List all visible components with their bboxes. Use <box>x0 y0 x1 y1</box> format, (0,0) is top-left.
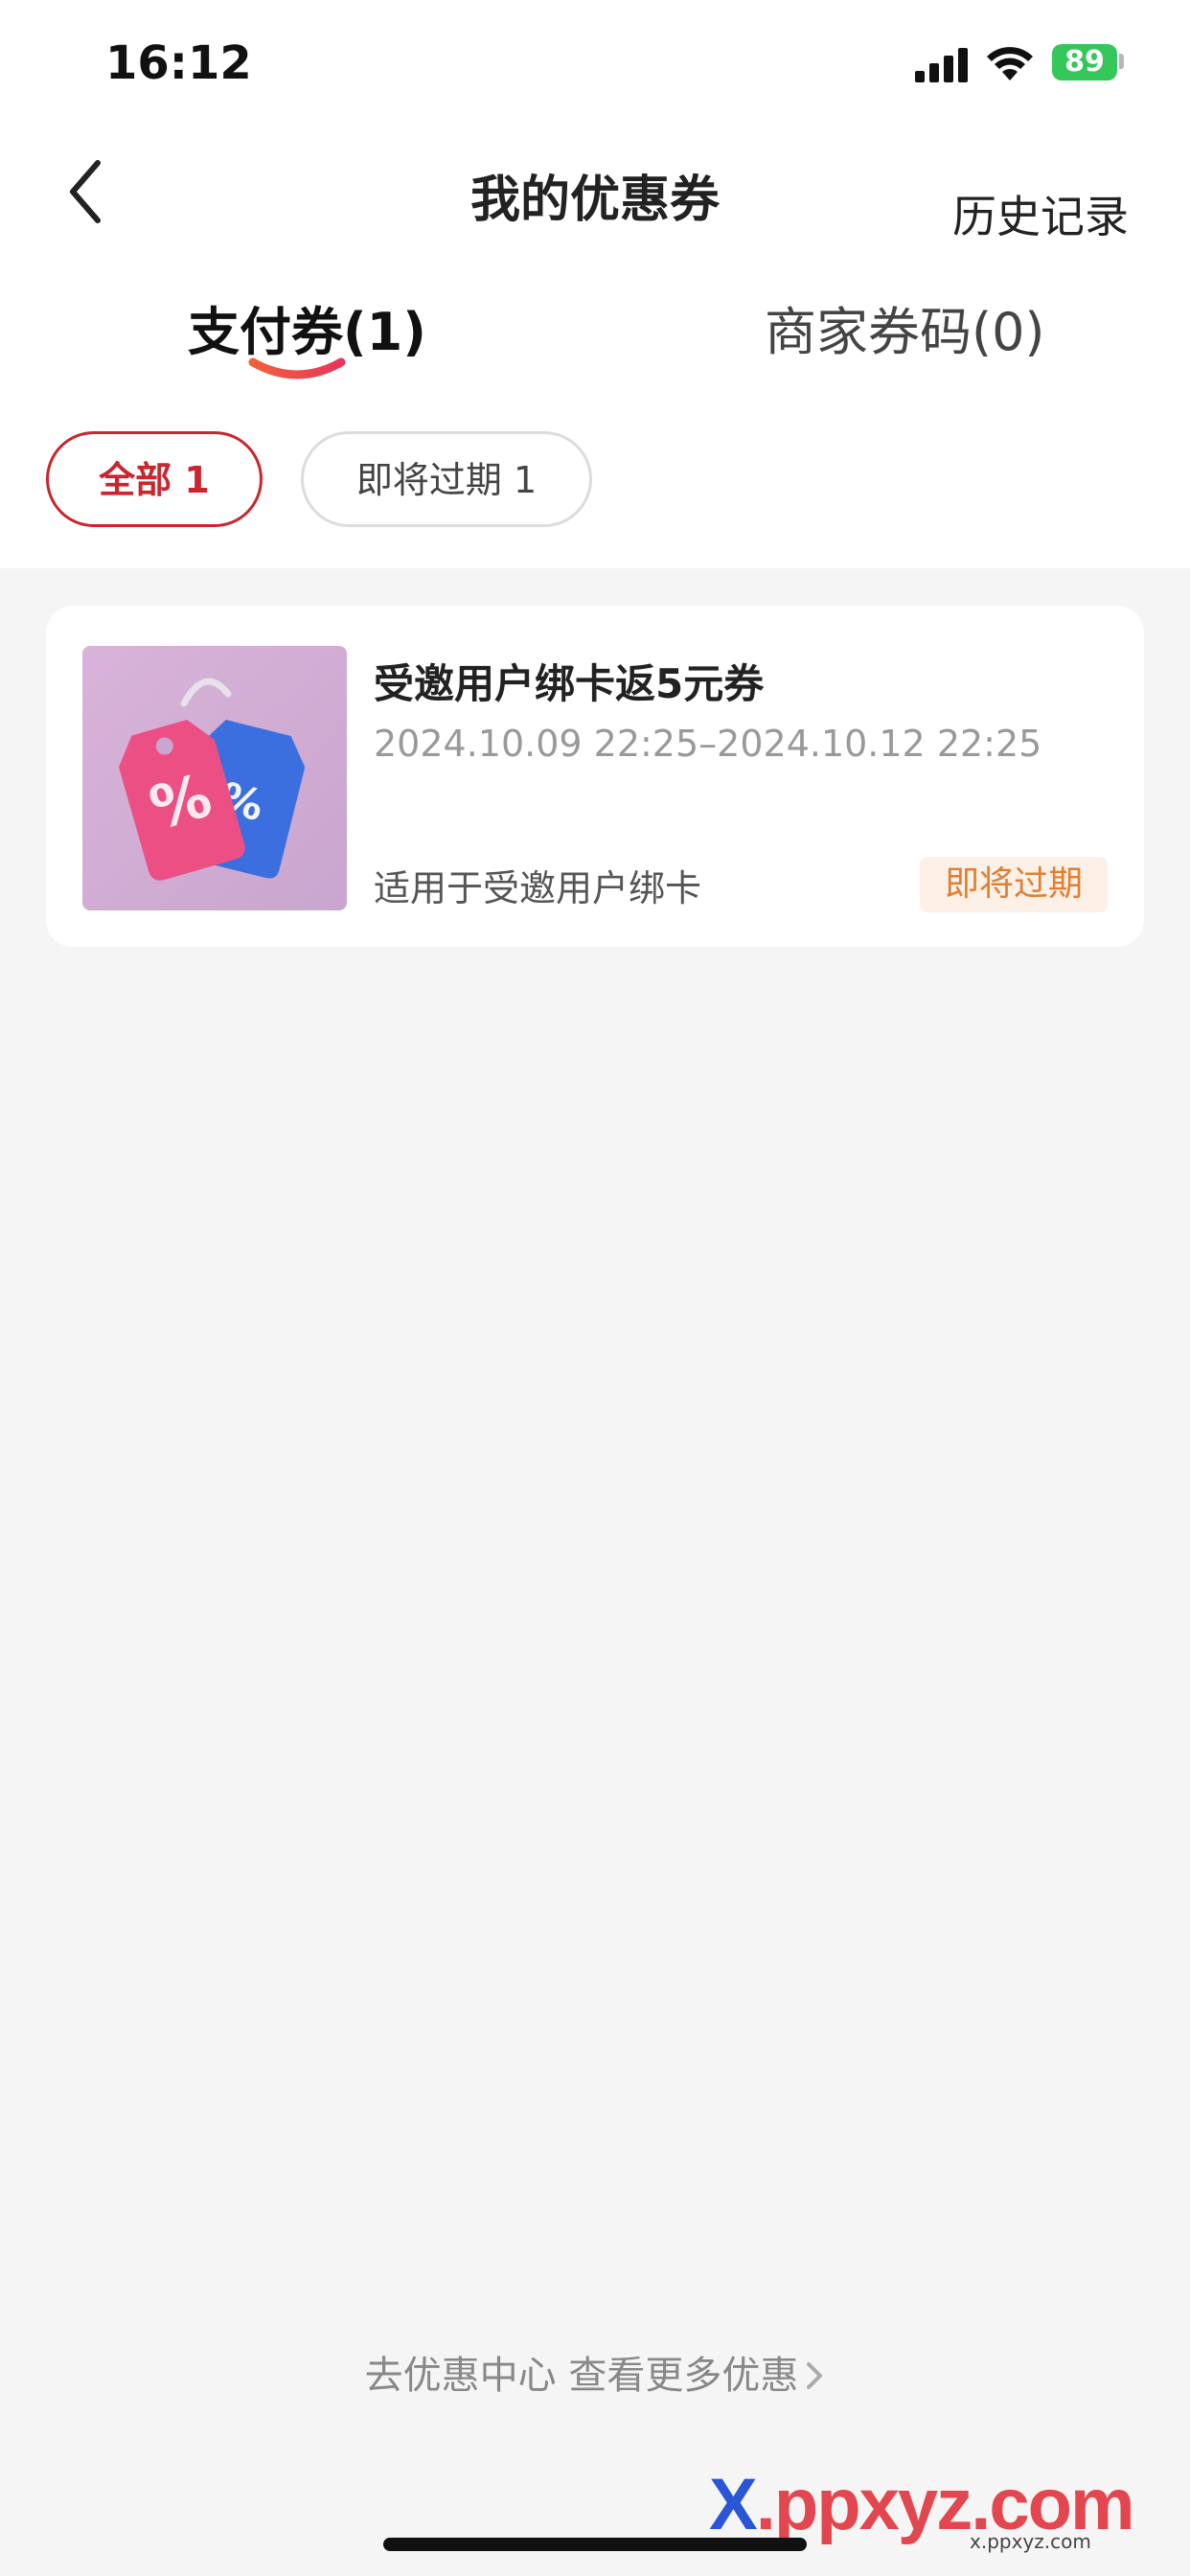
watermark-x: X <box>709 2464 758 2545</box>
watermark-subtext: x.ppxyz.com <box>970 2530 1091 2553</box>
coupon-validity: 2024.10.09 22:25–2024.10.12 22:25 <box>374 723 1042 765</box>
filter-expiring-chip[interactable]: 即将过期 1 <box>301 431 592 527</box>
wifi-icon <box>987 47 1033 80</box>
coupon-card[interactable]: % % 受邀用户绑卡返5元券 2024.10.09 22:25–2024.10.… <box>46 606 1144 947</box>
coupon-center-link[interactable]: 去优惠中心 查看更多优惠 <box>0 2344 1190 2400</box>
signal-icon <box>915 48 968 82</box>
expiring-badge: 即将过期 <box>920 857 1108 912</box>
tab-active-indicator <box>248 357 346 380</box>
coupon-title: 受邀用户绑卡返5元券 <box>374 660 765 707</box>
tab-merchant-codes[interactable]: 商家券码(0) <box>765 289 1045 365</box>
status-time: 16:12 <box>105 36 252 90</box>
chevron-right-icon <box>807 2362 823 2389</box>
battery-icon: 89 <box>1052 44 1117 80</box>
home-indicator <box>383 2538 807 2551</box>
coupon-center-label: 去优惠中心 查看更多优惠 <box>364 2354 799 2398</box>
coupon-description: 适用于受邀用户绑卡 <box>374 867 702 909</box>
history-link[interactable]: 历史记录 <box>952 182 1129 245</box>
filter-all-chip[interactable]: 全部 1 <box>46 431 263 527</box>
battery-tip <box>1119 54 1124 69</box>
discount-tag-icon: % % <box>82 646 347 910</box>
